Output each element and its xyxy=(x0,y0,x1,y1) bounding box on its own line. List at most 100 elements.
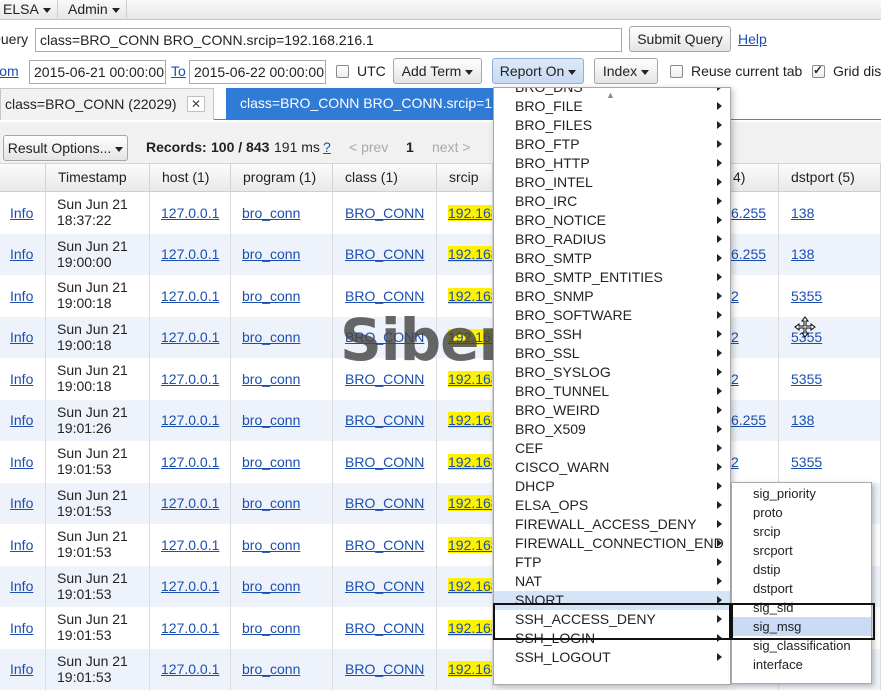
dstip-link[interactable]: 6.255 xyxy=(731,412,766,428)
srcip-link[interactable]: 192.168 xyxy=(448,246,493,262)
report-menu-item[interactable]: BRO_TUNNEL xyxy=(494,382,730,401)
host-link[interactable]: 127.0.0.1 xyxy=(161,537,219,553)
host-link[interactable]: 127.0.0.1 xyxy=(161,412,219,428)
grid-display-checkbox[interactable] xyxy=(812,65,825,78)
host-link[interactable]: 127.0.0.1 xyxy=(161,661,219,677)
report-menu-item[interactable]: CISCO_WARN xyxy=(494,458,730,477)
column-header-dstport[interactable]: dstport (5) xyxy=(779,164,881,192)
report-menu-item[interactable]: BRO_SMTP_ENTITIES xyxy=(494,268,730,287)
report-menu-item[interactable]: BRO_FILES xyxy=(494,116,730,135)
program-link[interactable]: bro_conn xyxy=(242,578,300,594)
column-header-dstip[interactable]: 4) xyxy=(731,164,779,192)
report-menu-item[interactable]: BRO_NOTICE xyxy=(494,211,730,230)
dstip-link[interactable]: 2 xyxy=(731,371,739,387)
reuse-tab-checkbox[interactable] xyxy=(670,65,683,78)
to-date-input[interactable]: 2015-06-22 00:00:00 xyxy=(189,60,326,84)
report-menu-item[interactable]: BRO_X509 xyxy=(494,420,730,439)
program-link[interactable]: bro_conn xyxy=(242,495,300,511)
info-link[interactable]: Info xyxy=(10,537,33,553)
info-link[interactable]: Info xyxy=(10,412,33,428)
close-icon[interactable]: ✕ xyxy=(187,96,205,112)
dstport-link[interactable]: 5355 xyxy=(791,288,822,304)
snort-submenu-item[interactable]: dstip xyxy=(732,560,871,579)
from-date-input[interactable]: 2015-06-21 00:00:00 xyxy=(29,60,166,84)
srcip-link[interactable]: 192.168 xyxy=(448,661,493,677)
dstport-link[interactable]: 138 xyxy=(791,246,814,262)
report-menu-item[interactable]: BRO_RADIUS xyxy=(494,230,730,249)
report-menu-item[interactable]: SSH_LOGIN xyxy=(494,629,730,648)
dstip-link[interactable]: 2 xyxy=(731,329,739,345)
report-on-button[interactable]: Report On xyxy=(492,58,584,84)
class-link[interactable]: BRO_CONN xyxy=(345,205,424,221)
report-menu-item[interactable]: BRO_HTTP xyxy=(494,154,730,173)
snort-submenu-item[interactable]: srcport xyxy=(732,541,871,560)
column-header-host[interactable]: host (1) xyxy=(150,164,231,192)
srcip-link[interactable]: 192.168 xyxy=(448,537,493,553)
dstip-link[interactable]: 6.255 xyxy=(731,246,766,262)
srcip-link[interactable]: 192.168 xyxy=(448,288,493,304)
srcip-link[interactable]: 192.168 xyxy=(448,495,493,511)
report-menu-item[interactable]: BRO_SMTP xyxy=(494,249,730,268)
info-link[interactable]: Info xyxy=(10,288,33,304)
report-menu-item[interactable]: BRO_SSL xyxy=(494,344,730,363)
report-menu-item[interactable]: FTP xyxy=(494,553,730,572)
submit-query-button[interactable]: Submit Query xyxy=(629,26,731,52)
result-options-button[interactable]: Result Options... xyxy=(3,135,128,161)
snort-submenu-item[interactable]: sig_sid xyxy=(732,598,871,617)
program-link[interactable]: bro_conn xyxy=(242,661,300,677)
prev-page-link[interactable]: < prev xyxy=(349,139,388,155)
dstport-link[interactable]: 5355 xyxy=(791,454,822,470)
dstip-link[interactable]: 6.255 xyxy=(731,205,766,221)
from-link[interactable]: From xyxy=(0,63,19,79)
index-button[interactable]: Index xyxy=(594,58,658,84)
class-link[interactable]: BRO_CONN xyxy=(345,288,424,304)
report-menu-item[interactable]: BRO_DNS xyxy=(494,87,730,97)
host-link[interactable]: 127.0.0.1 xyxy=(161,329,219,345)
program-link[interactable]: bro_conn xyxy=(242,246,300,262)
snort-submenu-item[interactable]: sig_classification xyxy=(732,636,871,655)
program-link[interactable]: bro_conn xyxy=(242,288,300,304)
menu-admin[interactable]: Admin xyxy=(68,0,120,20)
host-link[interactable]: 127.0.0.1 xyxy=(161,205,219,221)
srcip-link[interactable]: 192.168 xyxy=(448,454,493,470)
class-link[interactable]: BRO_CONN xyxy=(345,620,424,636)
info-link[interactable]: Info xyxy=(10,620,33,636)
host-link[interactable]: 127.0.0.1 xyxy=(161,495,219,511)
info-link[interactable]: Info xyxy=(10,246,33,262)
host-link[interactable]: 127.0.0.1 xyxy=(161,371,219,387)
report-menu-item[interactable]: BRO_FILE xyxy=(494,97,730,116)
query-input[interactable]: class=BRO_CONN BRO_CONN.srcip=192.168.21… xyxy=(35,28,622,52)
snort-submenu-item[interactable]: interface xyxy=(732,655,871,674)
report-menu-item[interactable]: BRO_SSH xyxy=(494,325,730,344)
snort-submenu-item[interactable]: sig_priority xyxy=(732,484,871,503)
program-link[interactable]: bro_conn xyxy=(242,537,300,553)
menu-elsa[interactable]: ELSA xyxy=(3,0,51,20)
tab-bro-conn[interactable]: class=BRO_CONN (22029) ✕ xyxy=(0,88,214,120)
report-menu-item[interactable]: FIREWALL_ACCESS_DENY xyxy=(494,515,730,534)
info-link[interactable]: Info xyxy=(10,454,33,470)
program-link[interactable]: bro_conn xyxy=(242,412,300,428)
host-link[interactable]: 127.0.0.1 xyxy=(161,246,219,262)
report-menu-item[interactable]: SNORT xyxy=(494,591,730,610)
host-link[interactable]: 127.0.0.1 xyxy=(161,454,219,470)
report-menu-item[interactable]: BRO_IRC xyxy=(494,192,730,211)
report-menu-item[interactable]: BRO_SYSLOG xyxy=(494,363,730,382)
program-link[interactable]: bro_conn xyxy=(242,371,300,387)
info-link[interactable]: Info xyxy=(10,661,33,677)
program-link[interactable]: bro_conn xyxy=(242,454,300,470)
report-menu-item[interactable]: NAT xyxy=(494,572,730,591)
srcip-link[interactable]: 192.168 xyxy=(448,205,493,221)
host-link[interactable]: 127.0.0.1 xyxy=(161,620,219,636)
srcip-link[interactable]: 192.168 xyxy=(448,578,493,594)
info-link[interactable]: Info xyxy=(10,495,33,511)
column-header-timestamp[interactable]: Timestamp xyxy=(46,164,150,192)
column-header-program[interactable]: program (1) xyxy=(231,164,333,192)
info-link[interactable]: Info xyxy=(10,205,33,221)
snort-submenu-item[interactable]: srcip xyxy=(732,522,871,541)
snort-submenu-item[interactable]: proto xyxy=(732,503,871,522)
report-menu-item[interactable]: ELSA_OPS xyxy=(494,496,730,515)
info-link[interactable]: Info xyxy=(10,578,33,594)
tab-bro-conn-srcip[interactable]: class=BRO_CONN BRO_CONN.srcip=1 xyxy=(226,88,496,120)
dstip-link[interactable]: 2 xyxy=(731,454,739,470)
class-link[interactable]: BRO_CONN xyxy=(345,537,424,553)
